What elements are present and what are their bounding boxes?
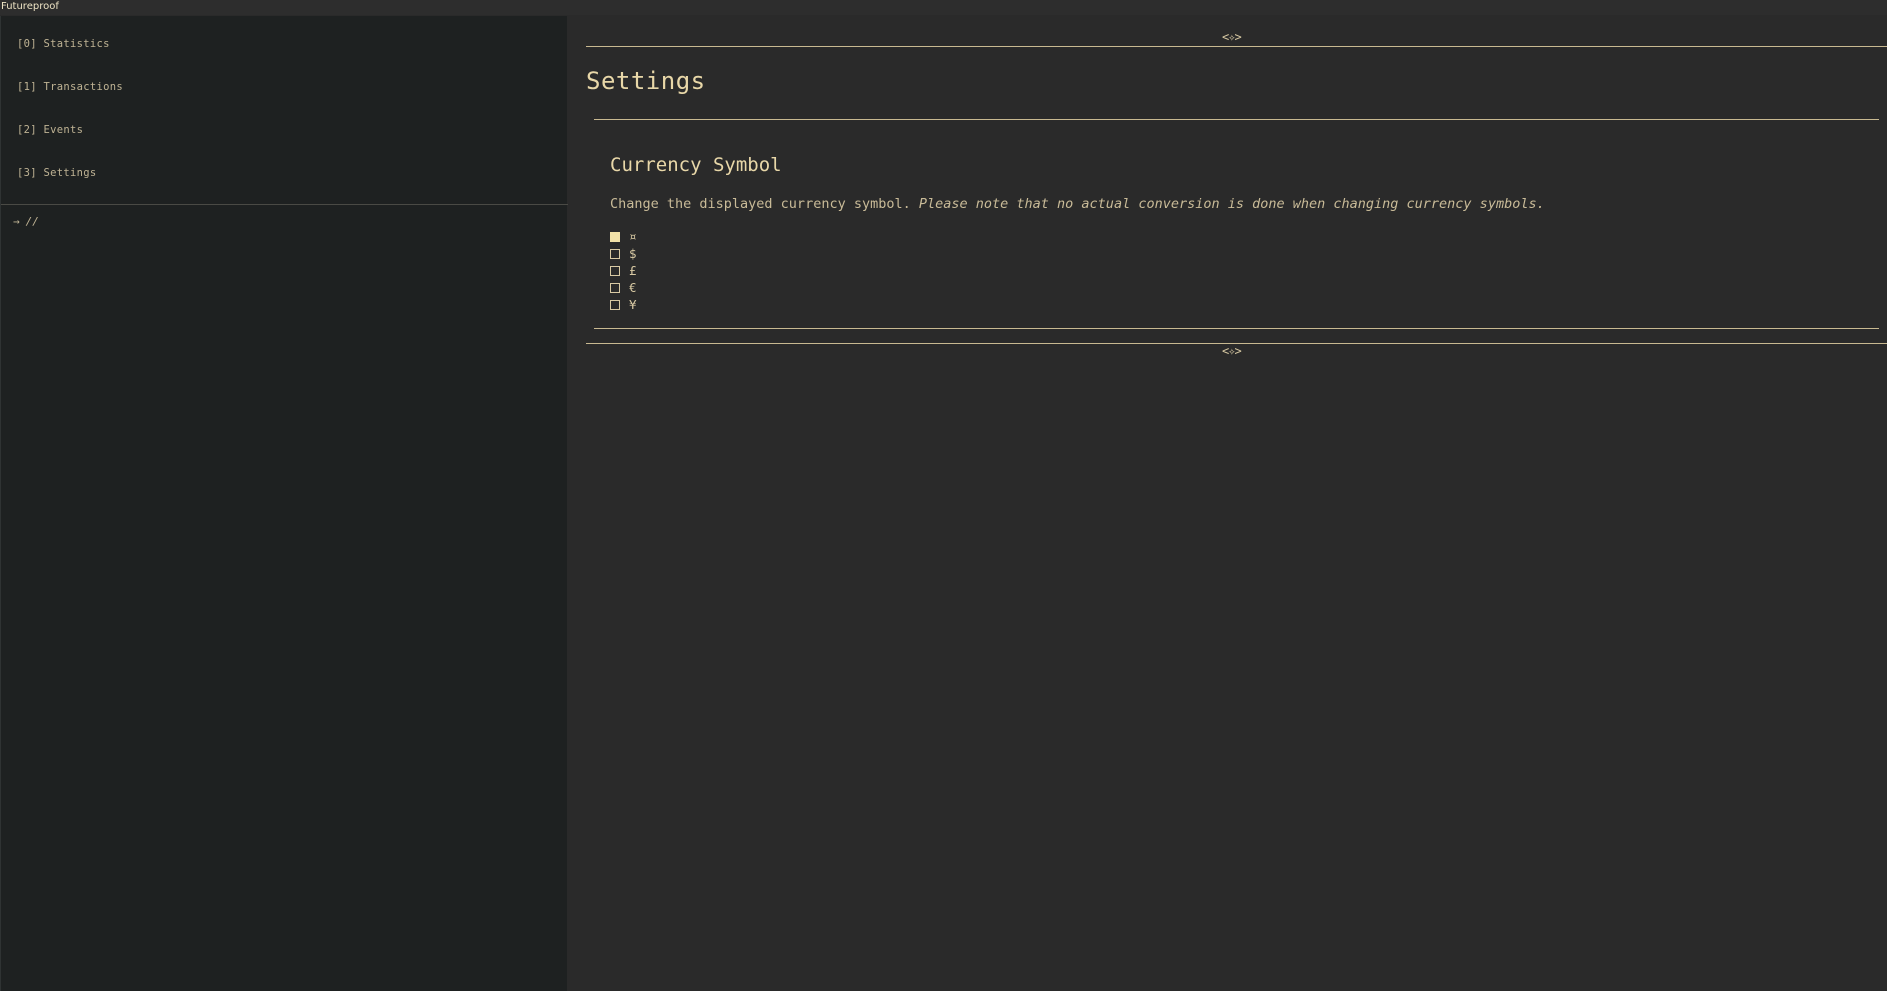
section-bottom-divider xyxy=(594,328,1879,329)
ornament-icon: <✧> xyxy=(1222,344,1242,358)
currency-option-label: ¤ xyxy=(629,229,637,244)
path-input[interactable]: → // xyxy=(13,215,39,228)
sidebar-item-key: [2] xyxy=(17,124,37,136)
window-title: Futureproof xyxy=(1,1,59,12)
currency-option-label: ¥ xyxy=(629,297,637,312)
sidebar-item-key: [1] xyxy=(17,81,37,93)
sidebar-item-transactions[interactable]: [1] Transactions xyxy=(17,81,123,93)
currency-option-label: £ xyxy=(629,263,637,278)
path-text: // xyxy=(25,215,39,228)
checkbox-icon[interactable] xyxy=(610,265,620,276)
checkbox-icon[interactable] xyxy=(610,282,620,293)
page-title: Settings xyxy=(586,67,706,95)
description-text: Change the displayed currency symbol. xyxy=(610,196,911,212)
arrow-right-icon: → xyxy=(13,215,20,228)
description-note: Please note that no actual conversion is… xyxy=(918,196,1545,212)
currency-option-label: $ xyxy=(629,246,637,261)
currency-option[interactable]: ¤ xyxy=(610,228,637,245)
sidebar-item-label: Events xyxy=(43,124,84,136)
main-content: <✧> Settings Currency Symbol Change the … xyxy=(567,16,1887,991)
checkbox-icon[interactable] xyxy=(610,248,620,259)
section-title: Currency Symbol xyxy=(610,154,782,176)
checkbox-icon[interactable] xyxy=(610,299,620,310)
sidebar-item-statistics[interactable]: [0] Statistics xyxy=(17,38,110,50)
currency-option[interactable]: £ xyxy=(610,262,637,279)
ornament-icon: <✧> xyxy=(1222,30,1242,44)
sidebar: [0] Statistics [1] Transactions [2] Even… xyxy=(0,16,568,991)
sidebar-item-key: [3] xyxy=(17,167,37,179)
sidebar-item-label: Statistics xyxy=(43,38,110,50)
currency-option[interactable]: $ xyxy=(610,245,637,262)
section-top-divider xyxy=(594,119,1879,120)
checkbox-checked-icon[interactable] xyxy=(610,231,620,242)
currency-option[interactable]: € xyxy=(610,279,637,296)
currency-option[interactable]: ¥ xyxy=(610,296,637,313)
currency-options: ¤ $ £ € ¥ xyxy=(610,228,637,313)
sidebar-item-events[interactable]: [2] Events xyxy=(17,124,83,136)
sidebar-item-settings[interactable]: [3] Settings xyxy=(17,167,96,179)
top-divider xyxy=(586,46,1887,47)
sidebar-divider xyxy=(1,204,568,205)
sidebar-item-label: Settings xyxy=(43,167,97,179)
section-description: Change the displayed currency symbol. Pl… xyxy=(610,196,1545,212)
currency-option-label: € xyxy=(629,280,637,295)
window-titlebar: Futureproof xyxy=(0,0,1887,15)
sidebar-item-label: Transactions xyxy=(43,81,123,93)
sidebar-item-key: [0] xyxy=(17,38,37,50)
